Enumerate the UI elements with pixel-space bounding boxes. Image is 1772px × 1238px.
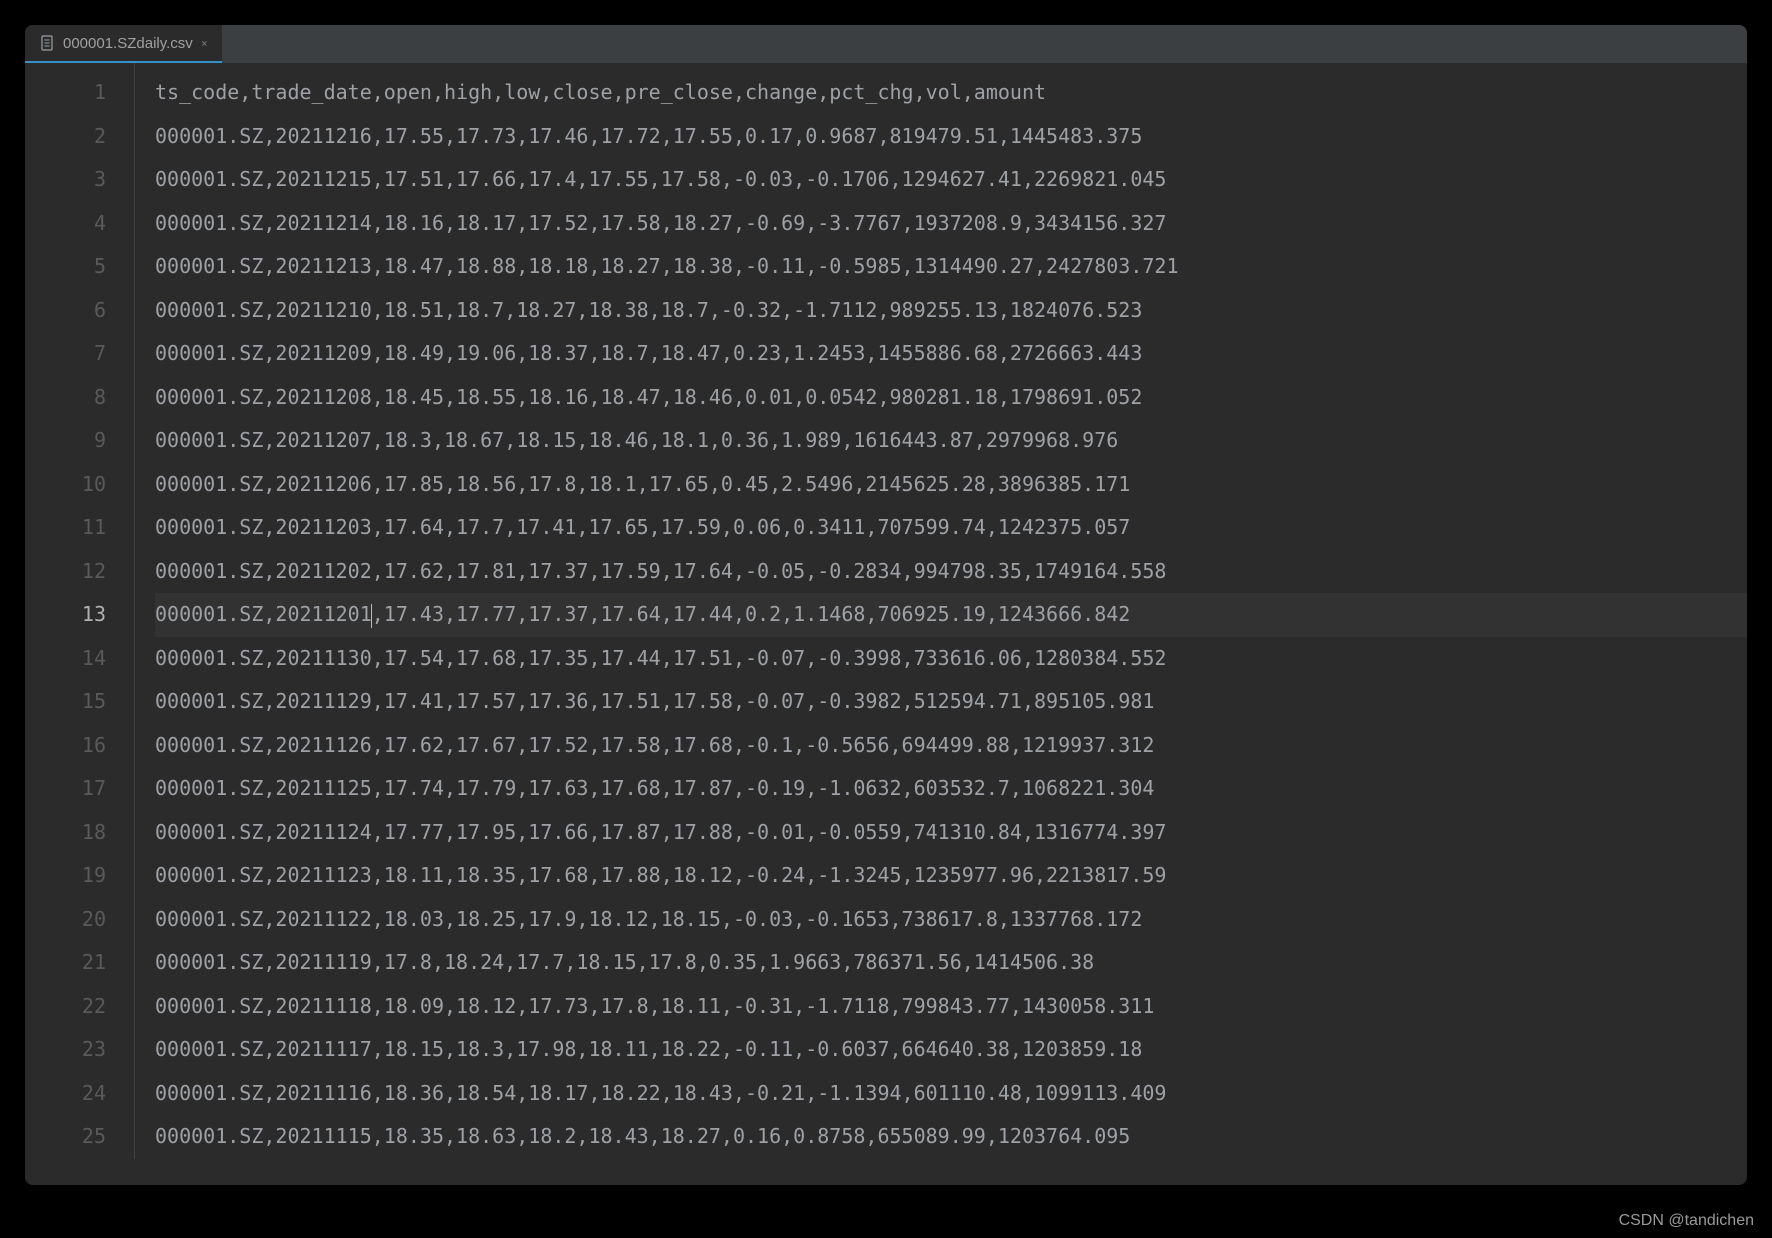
code-line[interactable]: 000001.SZ,20211123,18.11,18.35,17.68,17.…: [155, 854, 1747, 898]
file-icon: [39, 35, 55, 51]
code-line[interactable]: 000001.SZ,20211117,18.15,18.3,17.98,18.1…: [155, 1028, 1747, 1072]
code-line[interactable]: 000001.SZ,20211124,17.77,17.95,17.66,17.…: [155, 811, 1747, 855]
code-line[interactable]: 000001.SZ,20211213,18.47,18.88,18.18,18.…: [155, 245, 1747, 289]
line-number: 12: [25, 550, 106, 594]
line-number: 6: [25, 289, 106, 333]
line-number: 13: [25, 593, 106, 637]
line-number: 21: [25, 941, 106, 985]
line-number: 25: [25, 1115, 106, 1159]
code-line[interactable]: 000001.SZ,20211210,18.51,18.7,18.27,18.3…: [155, 289, 1747, 333]
close-icon[interactable]: ✕: [201, 36, 208, 51]
line-number: 14: [25, 637, 106, 681]
line-number: 4: [25, 202, 106, 246]
line-number: 7: [25, 332, 106, 376]
line-number: 20: [25, 898, 106, 942]
line-number: 5: [25, 245, 106, 289]
line-number: 19: [25, 854, 106, 898]
line-number: 17: [25, 767, 106, 811]
editor-body: 1234567891011121314151617181920212223242…: [25, 63, 1747, 1159]
code-line[interactable]: 000001.SZ,20211201,17.43,17.77,17.37,17.…: [155, 593, 1747, 637]
line-number: 15: [25, 680, 106, 724]
code-line[interactable]: 000001.SZ,20211209,18.49,19.06,18.37,18.…: [155, 332, 1747, 376]
line-number: 24: [25, 1072, 106, 1116]
line-number: 8: [25, 376, 106, 420]
code-line[interactable]: 000001.SZ,20211216,17.55,17.73,17.46,17.…: [155, 115, 1747, 159]
code-line[interactable]: 000001.SZ,20211122,18.03,18.25,17.9,18.1…: [155, 898, 1747, 942]
line-number: 18: [25, 811, 106, 855]
code-line[interactable]: 000001.SZ,20211215,17.51,17.66,17.4,17.5…: [155, 158, 1747, 202]
tab-bar: 000001.SZdaily.csv ✕: [25, 25, 1747, 63]
tab-title: 000001.SZdaily.csv: [63, 35, 193, 52]
code-line[interactable]: 000001.SZ,20211126,17.62,17.67,17.52,17.…: [155, 724, 1747, 768]
code-line[interactable]: 000001.SZ,20211116,18.36,18.54,18.17,18.…: [155, 1072, 1747, 1116]
line-number: 3: [25, 158, 106, 202]
line-number: 2: [25, 115, 106, 159]
line-number: 16: [25, 724, 106, 768]
code-line[interactable]: ts_code,trade_date,open,high,low,close,p…: [155, 71, 1747, 115]
line-number: 23: [25, 1028, 106, 1072]
file-tab[interactable]: 000001.SZdaily.csv ✕: [25, 25, 222, 63]
text-content[interactable]: ts_code,trade_date,open,high,low,close,p…: [135, 63, 1747, 1159]
watermark-text: CSDN @tandichen: [1619, 1212, 1754, 1230]
code-line[interactable]: 000001.SZ,20211206,17.85,18.56,17.8,18.1…: [155, 463, 1747, 507]
code-line[interactable]: 000001.SZ,20211118,18.09,18.12,17.73,17.…: [155, 985, 1747, 1029]
code-line[interactable]: 000001.SZ,20211125,17.74,17.79,17.63,17.…: [155, 767, 1747, 811]
code-line[interactable]: 000001.SZ,20211130,17.54,17.68,17.35,17.…: [155, 637, 1747, 681]
code-line[interactable]: 000001.SZ,20211202,17.62,17.81,17.37,17.…: [155, 550, 1747, 594]
code-line[interactable]: 000001.SZ,20211203,17.64,17.7,17.41,17.6…: [155, 506, 1747, 550]
line-number: 10: [25, 463, 106, 507]
code-line[interactable]: 000001.SZ,20211119,17.8,18.24,17.7,18.15…: [155, 941, 1747, 985]
code-line[interactable]: 000001.SZ,20211214,18.16,18.17,17.52,17.…: [155, 202, 1747, 246]
line-number: 11: [25, 506, 106, 550]
line-number: 9: [25, 419, 106, 463]
line-number-gutter: 1234567891011121314151617181920212223242…: [25, 63, 135, 1159]
line-number: 22: [25, 985, 106, 1029]
code-line[interactable]: 000001.SZ,20211115,18.35,18.63,18.2,18.4…: [155, 1115, 1747, 1159]
code-line[interactable]: 000001.SZ,20211129,17.41,17.57,17.36,17.…: [155, 680, 1747, 724]
line-number: 1: [25, 71, 106, 115]
editor-window: 000001.SZdaily.csv ✕ 1234567891011121314…: [25, 25, 1747, 1185]
code-line[interactable]: 000001.SZ,20211207,18.3,18.67,18.15,18.4…: [155, 419, 1747, 463]
code-line[interactable]: 000001.SZ,20211208,18.45,18.55,18.16,18.…: [155, 376, 1747, 420]
